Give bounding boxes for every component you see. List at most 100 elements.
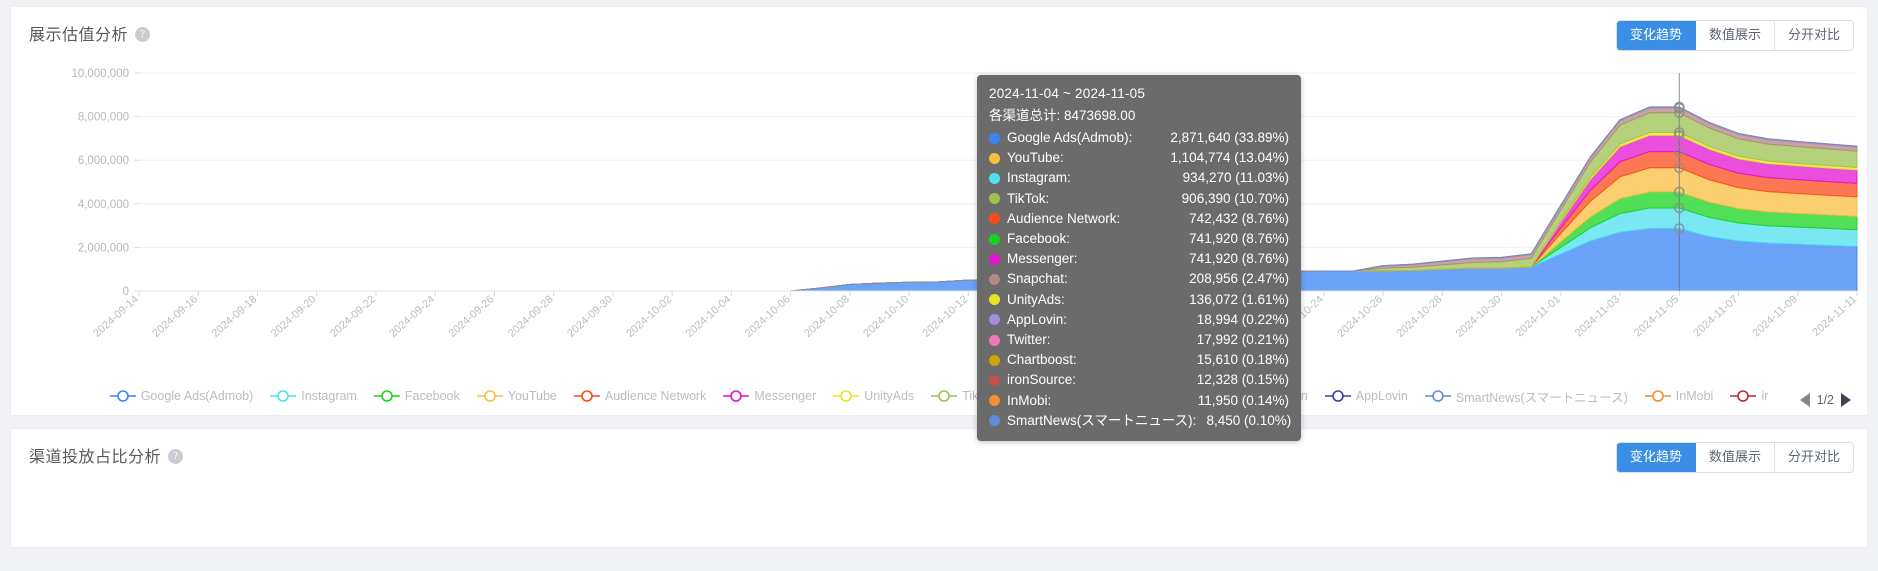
x-axis-tick-label: 2024-10-06 [743,293,793,340]
tab-trend-2[interactable]: 变化趋势 [1616,443,1696,473]
tooltip-row: Twitter: 17,992 (0.21%) [989,330,1289,350]
page-title-2: 渠道投放占比分析 [29,449,162,466]
x-axis-tick-label: 2024-11-05 [1632,293,1681,339]
tooltip-row: InMobi: 11,950 (0.14%) [989,391,1289,411]
legend-marker-icon [1424,390,1451,402]
tooltip-series-value: 18,994 (0.22%) [1196,311,1289,327]
legend-label: Messenger [754,389,817,403]
series-color-dot [989,213,1000,225]
tooltip-series-name: Google Ads(Admob): [1007,130,1133,145]
tab-compare-2[interactable]: 分开对比 [1774,443,1853,473]
stacked-area-chart[interactable]: 0 2,000,000 4,000,000 6,000,000 8,000,000 10,… [11,59,1867,411]
x-axis-tick-label: 2024-11-09 [1751,293,1800,339]
tooltip-series-value: 15,610 (0.18%) [1196,352,1289,368]
channel-share-panel: 渠道投放占比分析 ? 变化趋势 数值展示 分开对比 [10,428,1868,548]
x-axis-tick-label: 2024-09-26 [447,293,497,340]
tooltip-row: Audience Network: 742,432 (8.76%) [989,209,1289,229]
x-axis-tick-label: 2024-09-24 [387,293,437,340]
tooltip-series-name: Snapchat: [1007,271,1068,287]
series-color-dot [989,253,1000,265]
legend-item[interactable]: UnityAds [833,389,914,403]
series-color-dot [989,132,1000,144]
legend-item[interactable]: Google Ads(Admob) [109,389,254,403]
series-color-dot [989,193,1000,205]
x-axis-tick-label: 2024-10-08 [802,293,852,340]
tooltip-series-name: ironSource: [1007,372,1077,388]
series-color-dot [989,314,1000,326]
x-axis-tick-label: 2024-11-03 [1573,293,1622,339]
legend-label: InMobi [1675,389,1714,403]
x-axis-tick-label: 2024-09-14 [91,293,141,340]
y-axis-tick-label: 6,000,000 [78,155,129,167]
y-axis-tick-label: 10,000,000 [71,68,129,80]
legend-item[interactable]: Facebook [373,389,460,403]
legend-marker-icon [373,390,400,402]
legend-item[interactable]: ir [1730,389,1768,403]
view-mode-button-group[interactable]: 变化趋势 数值展示 分开对比 [1616,21,1853,51]
x-axis-tick-label: 2024-11-11 [1810,293,1859,338]
legend-marker-icon [270,390,297,402]
legend-marker-icon [1324,390,1351,402]
series-color-dot [989,415,1000,427]
legend-item[interactable]: YouTube [476,389,557,403]
legend-item[interactable]: InMobi [1644,389,1714,403]
tooltip-series-value: 741,920 (8.76%) [1189,231,1289,247]
x-axis-tick-label: 2024-10-04 [684,293,734,340]
tooltip-series-value: 8,450 (0.10%) [1206,412,1292,428]
legend-page-label: 1/2 [1816,393,1834,407]
x-axis-tick-label: 2024-10-02 [624,293,674,340]
tab-values[interactable]: 数值展示 [1695,21,1775,51]
tooltip-series-name: InMobi: [1007,392,1052,408]
legend-item[interactable]: Audience Network [573,389,706,403]
tooltip-total: 各渠道总计: 8473698.00 [989,108,1136,123]
tooltip-row: TikTok: 906,390 (10.70%) [989,189,1289,209]
x-axis-tick-label: 2024-09-28 [506,293,556,340]
tooltip-series-name: Facebook: [1007,231,1071,247]
series-color-dot [989,334,1000,346]
tooltip-row: Messenger: 741,920 (8.76%) [989,249,1289,269]
tab-compare[interactable]: 分开对比 [1774,21,1853,51]
x-axis-tick-label: 2024-09-18 [210,293,260,340]
panel-header-2: 渠道投放占比分析 ? 变化趋势 数值展示 分开对比 [11,429,1867,481]
view-mode-button-group-2[interactable]: 变化趋势 数值展示 分开对比 [1616,443,1853,473]
tooltip-series-value: 741,920 (8.76%) [1189,251,1289,267]
x-axis-tick-label: 2024-09-16 [150,293,200,340]
tab-trend[interactable]: 变化趋势 [1616,21,1696,51]
panel-header: 展示估值分析 ? 变化趋势 数值展示 分开对比 [11,7,1867,59]
x-axis-tick-label: 2024-10-10 [861,293,911,340]
legend-label: ir [1761,389,1769,403]
chart-area[interactable]: 0 2,000,000 4,000,000 6,000,000 8,000,000 10,… [11,59,1867,411]
tooltip-row: SmartNews(スマートニュース): 8,450 (0.10%) [989,411,1292,431]
legend-item[interactable]: Messenger [723,389,816,403]
tooltip-series-value: 742,432 (8.76%) [1189,210,1289,226]
legend-marker-icon [109,390,136,402]
legend-label: Google Ads(Admob) [140,389,254,403]
legend-item[interactable]: SmartNews(スマートニュース) [1424,387,1628,406]
tooltip-rows: Google Ads(Admob): 2,871,640 (33.89%) YouT… [989,128,1292,431]
help-icon-2[interactable]: ? [168,448,184,464]
x-axis-tick-label: 2024-11-01 [1514,293,1563,339]
x-axis-tick-label: 2024-09-22 [328,293,378,340]
tooltip-series-name: Messenger: [1007,251,1078,267]
x-axis-tick-label: 2024-09-30 [565,293,615,340]
series-color-dot [989,173,1000,184]
legend-marker-icon [573,390,600,402]
tooltip-series-value: 2,871,640 (33.89%) [1170,130,1289,145]
help-icon[interactable]: ? [135,26,151,42]
chart-legend[interactable]: Google Ads(Admob) Instagram Facebook YouTub… [11,383,1867,409]
legend-marker-icon [833,390,860,402]
x-axis-tick-label: 2024-10-28 [1394,293,1444,340]
legend-pager[interactable]: 1/2 [1799,393,1851,407]
tooltip-series-name: AppLovin: [1007,311,1068,327]
y-axis-tick-label: 8,000,000 [78,112,129,124]
legend-item[interactable]: AppLovin [1324,389,1408,403]
tab-values-2[interactable]: 数值展示 [1695,443,1775,473]
legend-item[interactable]: Instagram [270,389,357,403]
chevron-left-icon[interactable] [1799,393,1810,407]
tooltip-series-name: YouTube: [1007,150,1064,166]
chevron-right-icon[interactable] [1841,393,1851,407]
legend-marker-icon [931,390,958,402]
tooltip-series-value: 136,072 (1.61%) [1189,291,1289,307]
legend-marker-icon [1730,390,1757,402]
page-title: 展示估值分析 [29,27,129,44]
